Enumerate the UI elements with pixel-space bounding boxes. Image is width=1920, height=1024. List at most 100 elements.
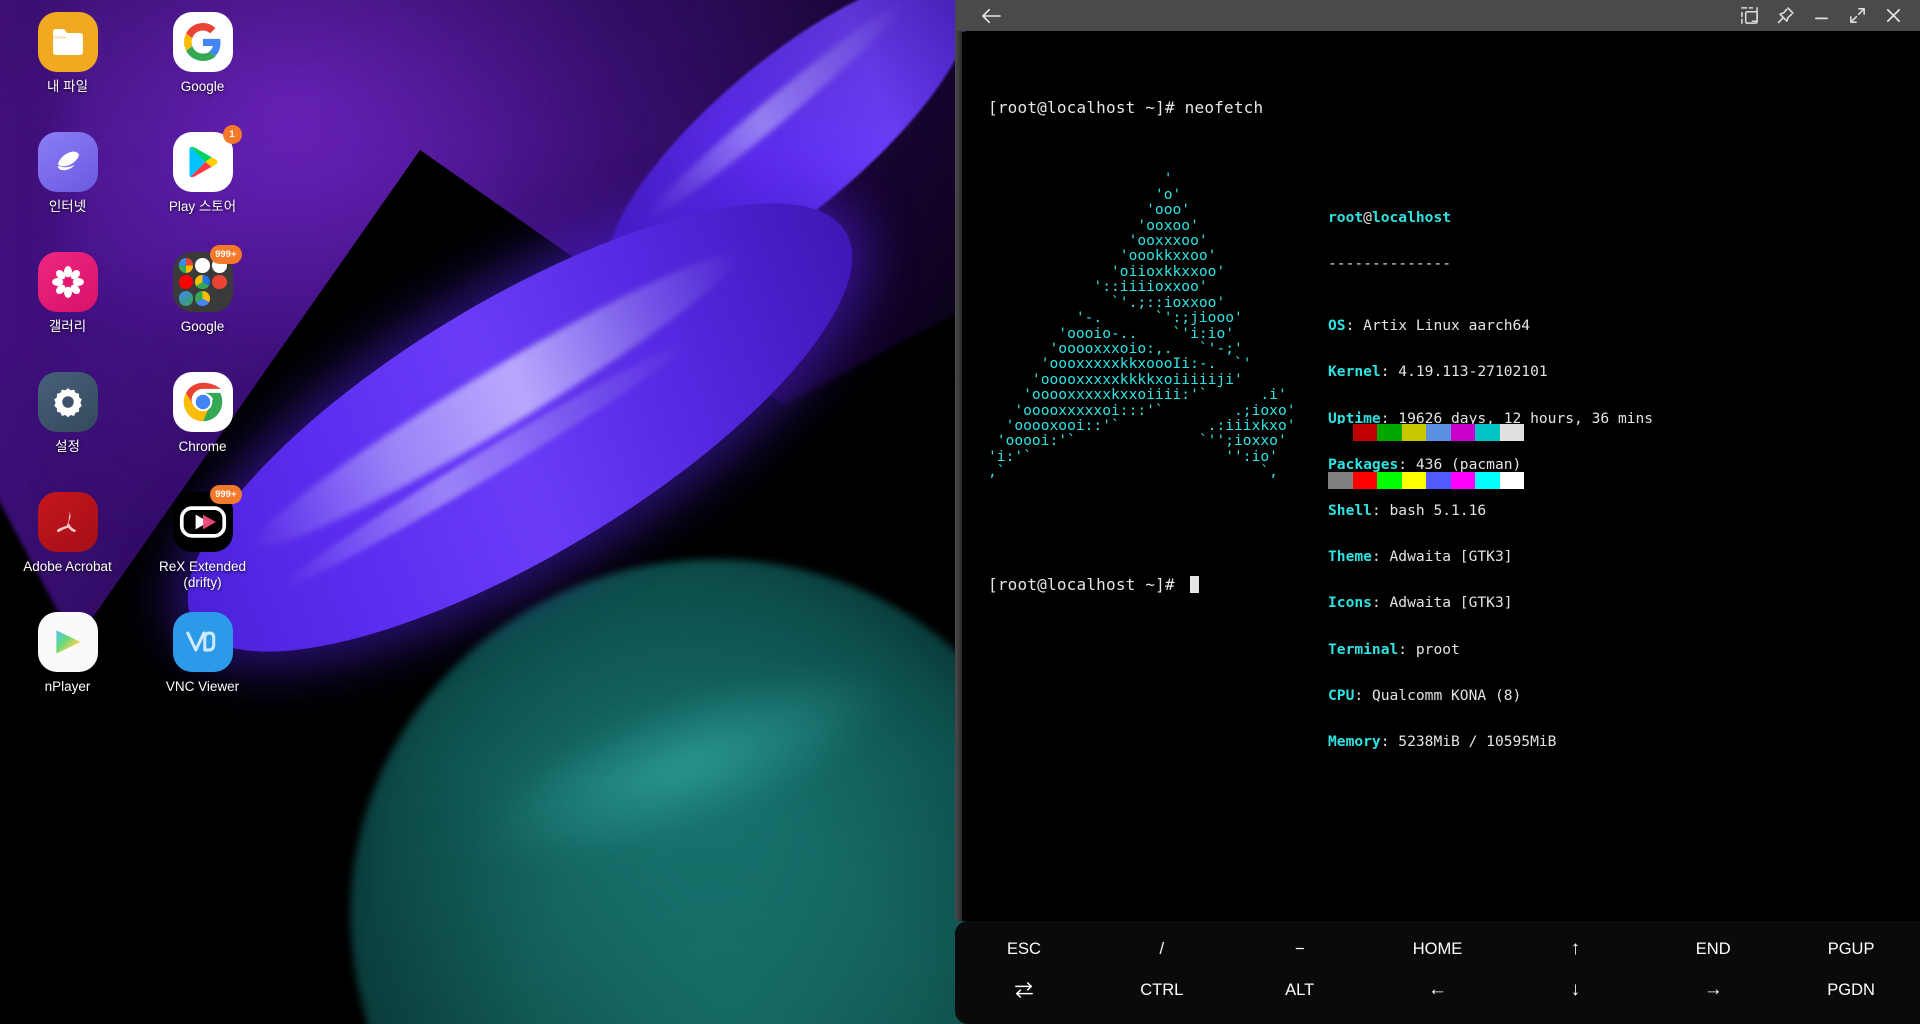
back-arrow-icon[interactable] — [973, 1, 1009, 31]
key-arrow-left[interactable]: ← — [1369, 970, 1507, 1011]
app-label: 설정 — [55, 439, 80, 454]
neofetch-row-key: Kernel — [1328, 363, 1381, 381]
app-gallery[interactable]: 갤러리 — [0, 252, 135, 372]
app-label: Google — [180, 319, 225, 334]
close-icon[interactable] — [1875, 1, 1911, 31]
key-pgup[interactable]: PGUP — [1782, 929, 1920, 970]
app-my-files[interactable]: 내 파일 — [0, 12, 135, 132]
palette-swatch — [1401, 472, 1426, 490]
app-icon-wrap — [37, 492, 98, 552]
palette-swatch — [1426, 472, 1451, 490]
key-alt[interactable]: ALT — [1231, 970, 1369, 1011]
neofetch-row: OS: Artix Linux aarch64 — [1328, 317, 1531, 335]
key-arrow-up[interactable]: ↑ — [1506, 929, 1644, 970]
app-adobe-acrobat[interactable]: Adobe Acrobat — [0, 492, 135, 612]
gallery-flower-icon — [37, 252, 98, 312]
key-minus[interactable]: − — [1231, 929, 1369, 970]
home-screen-app-grid: 내 파일 Google 인터넷 1 Play 스토어 갤러리 999+ Goog… — [0, 0, 270, 1024]
key-pgdn[interactable]: PGDN — [1782, 970, 1920, 1011]
app-settings[interactable]: 설정 — [0, 372, 135, 492]
terminal-window: [root@localhost ~]# neofetch ' 'o' 'ooo'… — [955, 0, 1920, 1024]
app-play-store[interactable]: 1 Play 스토어 — [135, 125, 270, 252]
app-label: ReX Extended (drifty) — [158, 559, 247, 590]
palette-swatch — [1377, 472, 1402, 490]
adobe-acrobat-icon — [37, 492, 98, 552]
notification-badge: 1 — [222, 125, 242, 144]
key-slash[interactable]: / — [1093, 929, 1231, 970]
neofetch-row: Icons: Adwaita [GTK3] — [1328, 594, 1513, 612]
app-label: 내 파일 — [46, 79, 88, 94]
palette-swatch — [1328, 424, 1353, 442]
app-samsung-internet[interactable]: 인터넷 — [0, 132, 135, 252]
google-g-icon — [172, 12, 233, 72]
neofetch-row-key: OS — [1328, 317, 1346, 335]
minimize-icon[interactable] — [1803, 1, 1839, 31]
app-google-search[interactable]: Google — [135, 12, 270, 132]
palette-swatch — [1499, 472, 1524, 490]
maximize-icon[interactable] — [1839, 1, 1875, 31]
palette-swatch — [1475, 472, 1500, 490]
terminal-cursor — [1189, 576, 1199, 594]
pin-icon[interactable] — [1767, 1, 1803, 31]
app-label: 인터넷 — [48, 199, 87, 214]
artix-ascii-logo: ' 'o' 'ooo' 'ooxoo' 'ooxxxoo' 'oookkxxoo… — [988, 170, 1296, 481]
palette-swatch — [1352, 472, 1377, 490]
popup-view-icon[interactable] — [1731, 1, 1767, 31]
key-arrow-down[interactable]: ↓ — [1506, 970, 1644, 1011]
neofetch-row: Terminal: proot — [1328, 640, 1460, 658]
app-icon-wrap — [37, 252, 98, 312]
folder-app-dot — [178, 258, 194, 273]
chrome-icon — [172, 372, 233, 432]
app-vnc-viewer[interactable]: VNC Viewer — [135, 612, 270, 732]
key-tab[interactable] — [955, 970, 1093, 1011]
neofetch-rule: -------------- — [1328, 255, 1452, 273]
key-ctrl[interactable]: CTRL — [1093, 970, 1231, 1011]
neofetch-row-key: CPU — [1328, 686, 1355, 704]
app-chrome[interactable]: Chrome — [135, 372, 270, 492]
neofetch-row-key: Theme — [1328, 548, 1372, 566]
neofetch-row-key: Memory — [1328, 733, 1381, 751]
app-google-folder[interactable]: 999+ Google — [135, 245, 270, 372]
palette-swatch — [1401, 424, 1426, 442]
terminal-body[interactable]: [root@localhost ~]# neofetch ' 'o' 'ooo'… — [955, 31, 1920, 921]
window-titlebar — [955, 0, 1920, 31]
nplayer-icon — [37, 612, 98, 672]
neofetch-row-value: Qualcomm KONA (8) — [1371, 686, 1522, 704]
terminal-scrollbar-gutter[interactable] — [955, 31, 962, 921]
app-nplayer[interactable]: nPlayer — [0, 612, 135, 732]
neofetch-host: localhost — [1371, 209, 1452, 227]
neofetch-row: CPU: Qualcomm KONA (8) — [1328, 686, 1522, 704]
app-label: Google — [180, 79, 225, 94]
app-icon-wrap — [172, 12, 233, 72]
key-esc[interactable]: ESC — [955, 929, 1093, 970]
folder-icon — [37, 12, 98, 72]
tab-icon — [1015, 982, 1033, 998]
terminal-command-line: [root@localhost ~]# neofetch — [988, 98, 1264, 118]
vnc-viewer-icon — [172, 612, 233, 672]
palette-swatch — [1328, 472, 1353, 490]
folder-app-dot — [211, 274, 227, 290]
app-label: Play 스토어 — [168, 199, 237, 214]
key-arrow-right[interactable]: → — [1644, 970, 1782, 1011]
palette-row-dark — [1328, 424, 1524, 442]
neofetch-user: root — [1328, 209, 1364, 227]
samsung-internet-icon — [37, 132, 98, 192]
neofetch-host-line: root@localhost — [1328, 210, 1653, 225]
app-icon-wrap — [37, 132, 98, 192]
app-label: Chrome — [178, 439, 227, 454]
app-icon-wrap: 1 — [172, 125, 242, 192]
play-store-icon — [172, 132, 233, 192]
folder-app-dot — [195, 291, 210, 306]
app-rex-extended[interactable]: 999+ ReX Extended (drifty) — [135, 485, 270, 612]
folder-app-dot — [195, 274, 210, 290]
settings-gear-icon — [37, 372, 98, 432]
neofetch-row-value: proot — [1415, 640, 1460, 658]
key-end[interactable]: END — [1644, 929, 1782, 970]
app-icon-wrap: 999+ — [172, 245, 242, 312]
neofetch-row-key: Terminal — [1328, 640, 1399, 658]
app-icon-wrap — [37, 372, 98, 432]
key-home[interactable]: HOME — [1369, 929, 1507, 970]
neofetch-output: ' 'o' 'ooo' 'ooxoo' 'ooxxxoo' 'oookkxxoo… — [988, 170, 1918, 749]
notification-badge: 999+ — [210, 245, 242, 264]
app-icon-wrap — [37, 12, 98, 72]
